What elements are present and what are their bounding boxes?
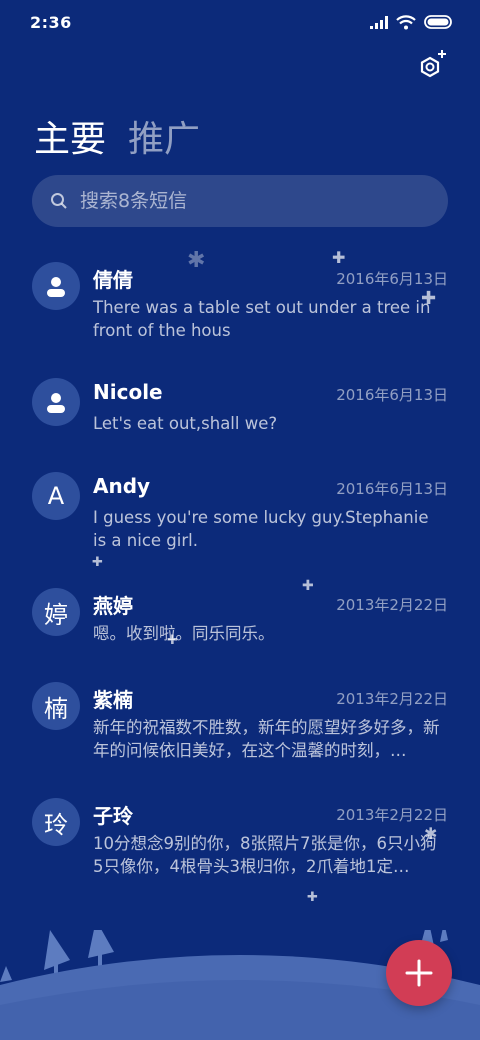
status-bar: 2:36 [0, 0, 480, 44]
sender-name: 子玲 [93, 804, 133, 828]
snowflake-icon: ✱ [187, 248, 206, 273]
message-preview: I guess you're some lucky guy.Stephanie … [93, 508, 429, 550]
tab-promotions[interactable]: 推广 [128, 110, 200, 162]
sender-name: Andy [93, 474, 151, 498]
sparkle-icon: ✚ [421, 288, 437, 309]
status-icons [370, 14, 452, 30]
message-preview: There was a table set out under a tree i… [93, 298, 431, 340]
message-date: 2013年2月22日 [336, 596, 448, 614]
tab-primary[interactable]: 主要 [34, 110, 106, 162]
sender-name: Nicole [93, 380, 163, 404]
sparkle-icon: ✚ [92, 555, 103, 570]
message-date: 2016年6月13日 [336, 270, 448, 288]
search-bar[interactable] [32, 175, 448, 227]
message-preview: 10分想念9别的你，8张照片7张是你，6只小狗5只像你，4根骨头3根归你，2爪着… [93, 834, 437, 876]
message-date: 2013年2月22日 [336, 806, 448, 824]
sparkle-icon: ✚ [302, 578, 314, 594]
sender-name: 燕婷 [93, 594, 133, 618]
avatar: 婷 [32, 588, 80, 636]
settings-button[interactable] [414, 48, 450, 84]
message-preview: 新年的祝福数不胜数，新年的愿望好多好多，新年的问候依旧美好，在这个温馨的时刻，… [93, 718, 440, 760]
signal-icon [370, 15, 388, 29]
sender-name: 紫楠 [93, 688, 133, 712]
sparkle-icon: ✚ [332, 248, 346, 267]
avatar [32, 378, 80, 426]
battery-icon [424, 15, 452, 29]
plus-icon [405, 959, 433, 987]
search-icon [51, 193, 67, 209]
sender-name: 倩倩 [93, 268, 133, 292]
sparkle-icon: ✚ [167, 633, 178, 648]
tab-bar: 主要 推广 [34, 110, 200, 162]
snowflake-icon: ✱ [424, 824, 438, 843]
message-date: 2016年6月13日 [336, 386, 448, 404]
person-icon [47, 393, 65, 413]
message-date: 2016年6月13日 [336, 480, 448, 498]
settings-icon [420, 50, 446, 78]
avatar: 楠 [32, 682, 80, 730]
wifi-icon [396, 14, 416, 29]
message-preview: 嗯。收到啦。同乐同乐。 [93, 624, 275, 643]
search-input[interactable] [80, 190, 448, 212]
person-icon [47, 277, 65, 297]
avatar: A [32, 472, 80, 520]
avatar: 玲 [32, 798, 80, 846]
compose-button[interactable] [386, 940, 452, 1006]
sparkle-icon: ✚ [307, 890, 318, 905]
message-date: 2013年2月22日 [336, 690, 448, 708]
status-time: 2:36 [30, 12, 72, 32]
message-preview: Let's eat out,shall we? [93, 414, 278, 433]
avatar [32, 262, 80, 310]
